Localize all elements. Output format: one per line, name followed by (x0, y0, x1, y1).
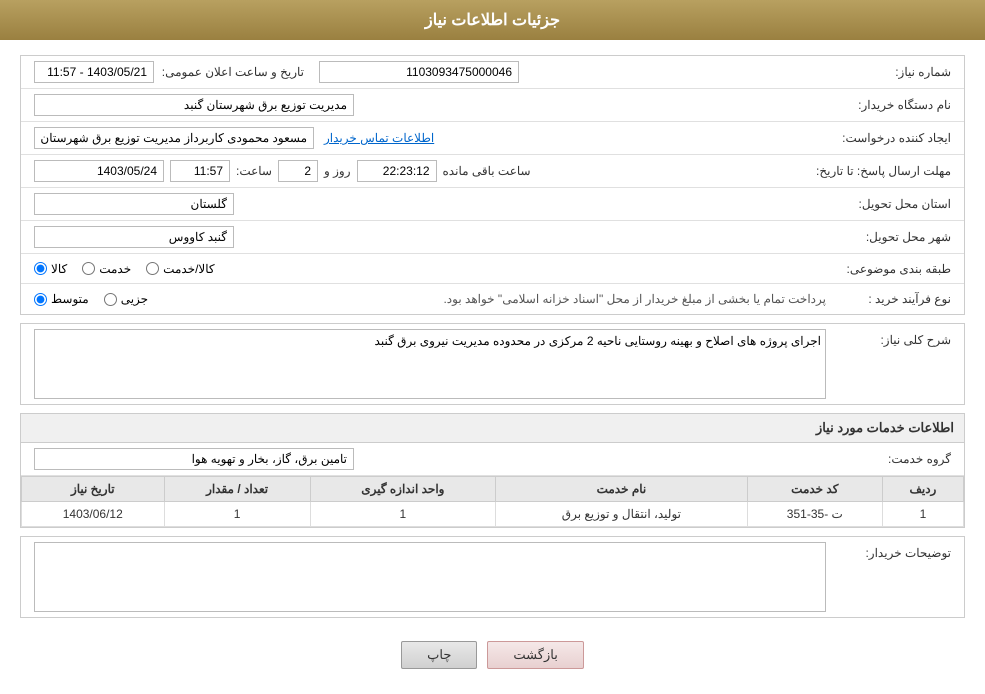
remaining-time-label: ساعت باقی مانده (443, 164, 531, 178)
time-label: ساعت: (236, 164, 272, 178)
city-label: شهر محل تحویل: (866, 230, 951, 244)
process-label: نوع فرآیند خرید : (868, 292, 951, 306)
process-option-jozi[interactable]: جزیی (104, 292, 148, 306)
days-label: روز و (324, 164, 351, 178)
buyer-desc-label: توضیحات خریدار: (865, 546, 951, 560)
cell-date: 1403/06/12 (22, 502, 165, 527)
need-number-label: شماره نیاز: (895, 65, 951, 79)
remaining-time-input[interactable] (357, 160, 437, 182)
buyer-org-label: نام دستگاه خریدار: (858, 98, 951, 112)
col-header-row: ردیف (882, 477, 963, 502)
category-label: طبقه بندی موضوعی: (846, 262, 951, 276)
time-input[interactable] (170, 160, 230, 182)
deadline-date-input[interactable] (34, 160, 164, 182)
buyer-contact-link[interactable]: اطلاعات تماس خریدار (324, 131, 434, 145)
cell-service-name: تولید، انتقال و توزیع برق (496, 502, 748, 527)
service-group-input[interactable] (34, 448, 354, 470)
service-group-label: گروه خدمت: (888, 452, 951, 466)
cell-unit: 1 (310, 502, 495, 527)
cell-service-code: ت -35-351 (747, 502, 882, 527)
announcement-date-input[interactable] (34, 61, 154, 83)
page-title: جزئیات اطلاعات نیاز (425, 12, 560, 29)
general-desc-textarea[interactable] (34, 329, 826, 399)
days-input[interactable] (278, 160, 318, 182)
creator-label: ایجاد کننده درخواست: (842, 131, 951, 145)
services-table: ردیف کد خدمت نام خدمت واحد اندازه گیری ت… (21, 476, 964, 527)
col-header-unit: واحد اندازه گیری (310, 477, 495, 502)
col-header-code: کد خدمت (747, 477, 882, 502)
back-button[interactable]: بازگشت (487, 641, 583, 669)
category-option-kala-khadamat[interactable]: کالا/خدمت (146, 262, 214, 276)
col-header-date: تاریخ نیاز (22, 477, 165, 502)
deadline-label: مهلت ارسال پاسخ: تا تاریخ: (816, 164, 951, 178)
category-option-kala[interactable]: کالا (34, 262, 67, 276)
city-input[interactable] (34, 226, 234, 248)
announcement-date-label: تاریخ و ساعت اعلان عمومی: (162, 65, 304, 79)
process-option-motavasset[interactable]: متوسط (34, 292, 89, 306)
process-note: پرداخت تمام یا بخشی از مبلغ خریدار از مح… (154, 292, 826, 306)
col-header-qty: تعداد / مقدار (164, 477, 310, 502)
page-header: جزئیات اطلاعات نیاز (0, 0, 985, 40)
buyer-org-input[interactable] (34, 94, 354, 116)
buyer-desc-textarea[interactable] (34, 542, 826, 612)
creator-input[interactable] (34, 127, 314, 149)
category-option-khadamat[interactable]: خدمت (82, 262, 131, 276)
table-row: 1 ت -35-351 تولید، انتقال و توزیع برق 1 … (22, 502, 964, 527)
need-number-input[interactable] (319, 61, 519, 83)
cell-row-num: 1 (882, 502, 963, 527)
print-button[interactable]: چاپ (401, 641, 477, 669)
services-section-title: اطلاعات خدمات مورد نیاز (21, 414, 964, 443)
col-header-name: نام خدمت (496, 477, 748, 502)
cell-quantity: 1 (164, 502, 310, 527)
province-input[interactable] (34, 193, 234, 215)
province-label: استان محل تحویل: (859, 197, 951, 211)
action-buttons: بازگشت چاپ (20, 626, 965, 679)
general-desc-label: شرح کلی نیاز: (880, 333, 951, 347)
